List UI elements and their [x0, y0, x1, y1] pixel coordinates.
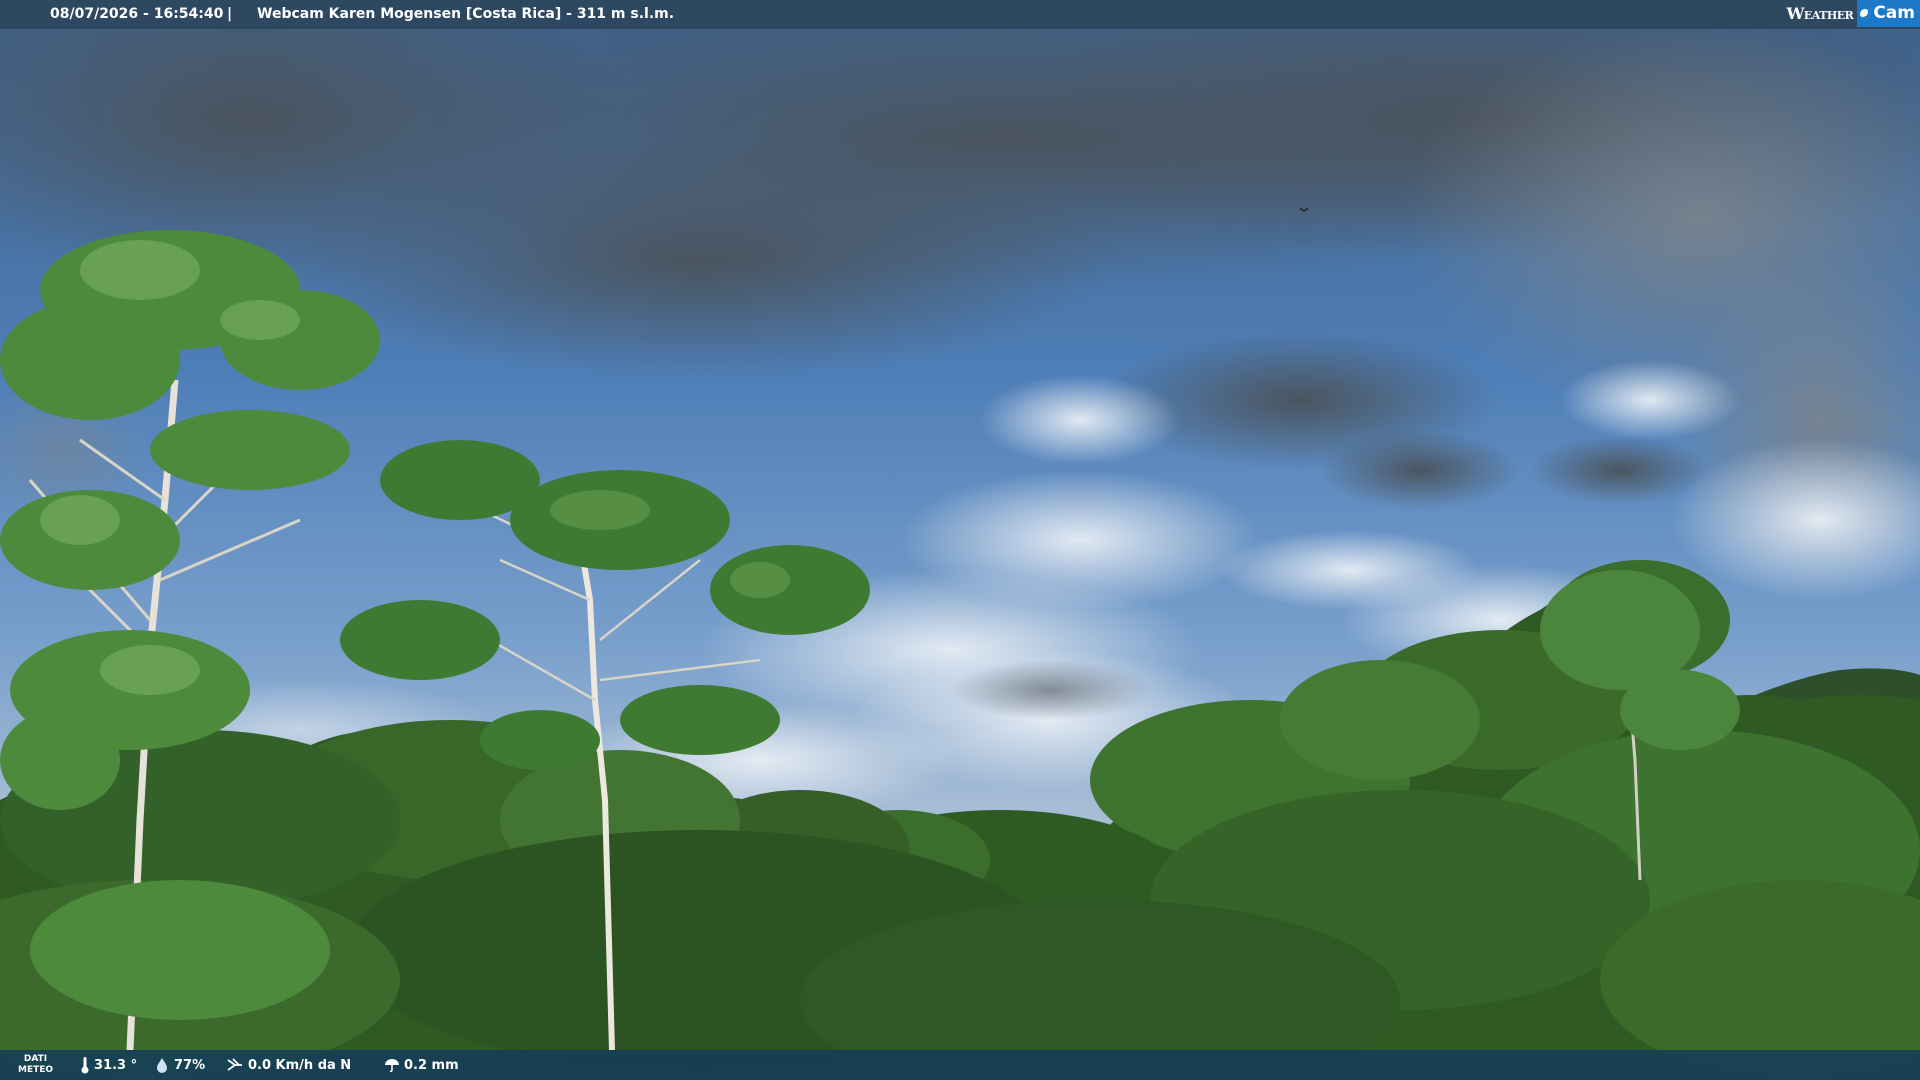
weather-label-line1: DATI	[23, 1054, 48, 1064]
temperature-value: 31.3 °	[94, 1057, 138, 1073]
droplet-icon	[157, 1058, 167, 1073]
logo-text-cam-box: Cam	[1857, 0, 1920, 27]
logo-text-weather: Weather	[1786, 4, 1854, 23]
logo-text-cam: Cam	[1873, 3, 1915, 23]
weathercam-logo[interactable]: Weather Cam	[1782, 0, 1920, 27]
logo-dot-icon	[1860, 8, 1871, 19]
humidity-value: 77%	[174, 1057, 206, 1073]
humidity-readout: 77%	[154, 1050, 205, 1080]
temperature-readout: 31.3 °	[80, 1050, 137, 1080]
weather-data-bar: DATI METEO 31.3 ° 77% 0.0 Km/h da N 0.2 …	[0, 1050, 1920, 1080]
weather-label-line2: METEO	[18, 1065, 54, 1075]
thermometer-icon	[81, 1057, 89, 1074]
wind-value: 0.0 Km/h da N	[248, 1057, 352, 1073]
rain-value: 0.2 mm	[404, 1057, 459, 1073]
wind-icon	[227, 1058, 242, 1071]
datetime-label: 08/07/2026 - 16:54:40	[50, 6, 224, 22]
webcam-image	[0, 0, 1920, 1080]
wind-readout: 0.0 Km/h da N	[226, 1050, 351, 1080]
umbrella-icon	[385, 1059, 399, 1073]
weather-data-label: DATI METEO	[18, 1054, 53, 1076]
webcam-title: Webcam Karen Mogensen [Costa Rica] - 311…	[257, 6, 675, 22]
header-bar: 08/07/2026 - 16:54:40 | Webcam Karen Mog…	[0, 0, 1920, 29]
webcam-view: 08/07/2026 - 16:54:40 | Webcam Karen Mog…	[0, 0, 1920, 1080]
header-separator: |	[227, 6, 233, 22]
rain-readout: 0.2 mm	[384, 1050, 459, 1080]
